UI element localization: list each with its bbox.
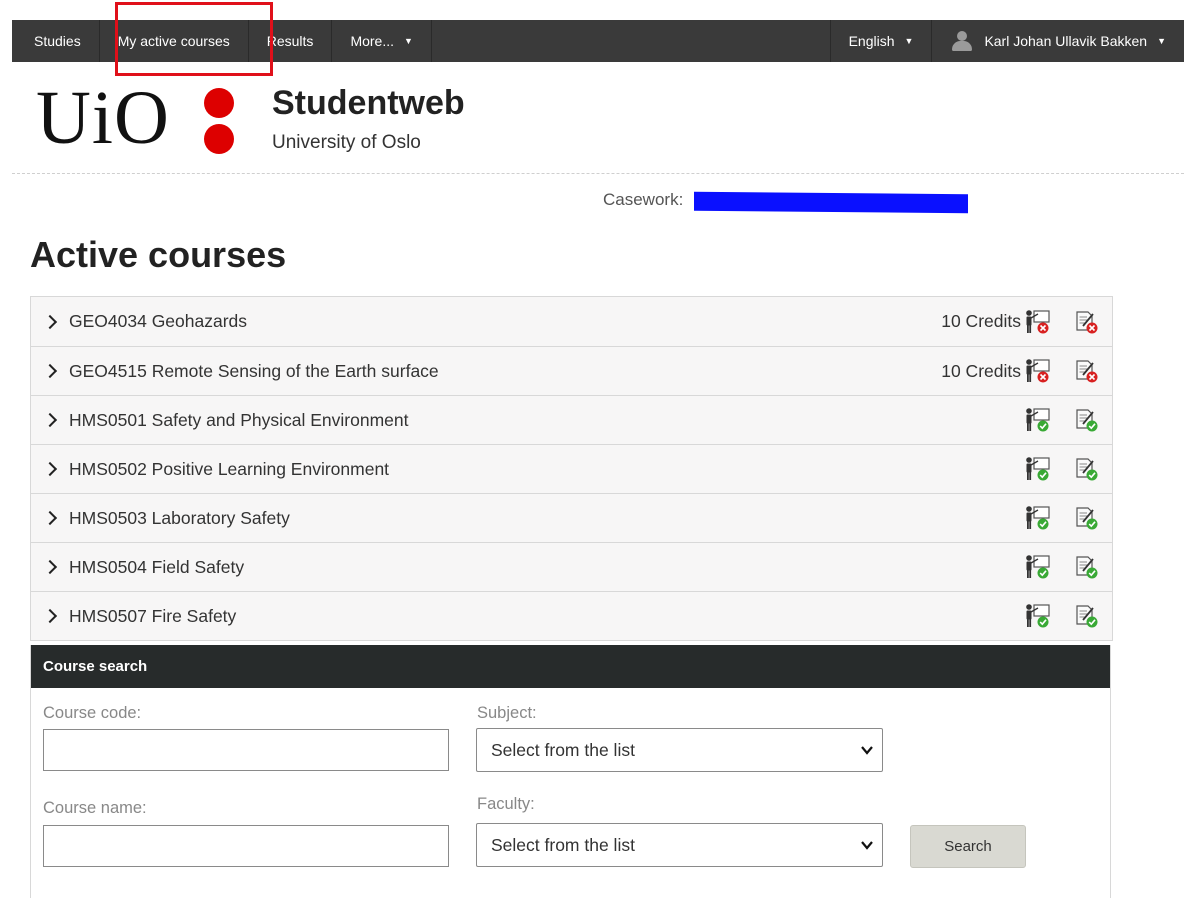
course-row[interactable]: HMS0504 Field Safety	[31, 543, 1112, 592]
exam-registration-icon[interactable]	[1073, 407, 1099, 433]
nav-studies-label: Studies	[34, 33, 81, 49]
course-row[interactable]: HMS0507 Fire Safety	[31, 592, 1112, 641]
exam-registration-icon[interactable]	[1073, 456, 1099, 482]
nav-studies[interactable]: Studies	[12, 20, 100, 62]
site-subtitle: University of Oslo	[272, 132, 421, 153]
exam-registration-icon[interactable]	[1073, 603, 1099, 629]
chevron-down-icon	[861, 841, 873, 850]
caret-down-icon: ▼	[1157, 36, 1166, 46]
teaching-registration-icon[interactable]	[1024, 309, 1052, 335]
search-button[interactable]: Search	[910, 825, 1026, 868]
teaching-registration-icon[interactable]	[1024, 505, 1052, 531]
course-name: GEO4515 Remote Sensing of the Earth surf…	[69, 360, 439, 381]
nav-more-dropdown[interactable]: More... ▼	[332, 20, 432, 62]
chevron-right-icon	[42, 314, 58, 329]
exam-registration-icon[interactable]	[1073, 358, 1099, 384]
uio-logo[interactable]: UiO	[36, 80, 170, 156]
caret-down-icon: ▼	[404, 36, 413, 46]
language-dropdown[interactable]: English ▼	[829, 20, 932, 62]
course-name: HMS0507 Fire Safety	[69, 605, 237, 626]
chevron-right-icon	[42, 608, 58, 624]
site-title: Studentweb	[272, 84, 465, 122]
course-row[interactable]: HMS0503 Laboratory Safety	[31, 494, 1112, 543]
header-divider	[12, 173, 1184, 174]
teaching-registration-icon[interactable]	[1024, 554, 1052, 580]
user-icon	[950, 30, 974, 52]
course-search-panel: Course search Course code: Subject: Sele…	[30, 645, 1111, 898]
faculty-select[interactable]: Select from the list	[476, 823, 883, 867]
course-credits: 10 Credits	[941, 360, 1021, 381]
page-title: Active courses	[30, 234, 287, 275]
nav-results[interactable]: Results	[249, 20, 333, 62]
chevron-right-icon	[42, 510, 58, 526]
top-nav-bar: Studies My active courses Results More..…	[12, 20, 1184, 62]
course-name: GEO4034 Geohazards	[69, 311, 248, 331]
exam-registration-icon[interactable]	[1073, 554, 1099, 580]
teaching-registration-icon[interactable]	[1024, 603, 1052, 629]
subject-select[interactable]: Select from the list	[476, 728, 883, 772]
subject-selected-value: Select from the list	[491, 739, 635, 760]
course-name-label: Course name:	[43, 799, 147, 817]
nav-my-active-courses[interactable]: My active courses	[100, 20, 249, 62]
course-code-label: Course code:	[43, 704, 142, 722]
exam-registration-icon[interactable]	[1073, 309, 1099, 335]
course-name: HMS0503 Laboratory Safety	[69, 507, 290, 528]
teaching-registration-icon[interactable]	[1024, 358, 1052, 384]
exam-registration-icon[interactable]	[1073, 505, 1099, 531]
user-menu-dropdown[interactable]: Karl Johan Ullavik Bakken ▼	[931, 20, 1184, 62]
uio-logo-dots-icon	[204, 88, 234, 154]
chevron-right-icon	[42, 559, 58, 575]
teaching-registration-icon[interactable]	[1024, 407, 1052, 433]
course-list: GEO4034 Geohazards 10 Credits GEO4515 Remo…	[30, 296, 1113, 641]
course-row[interactable]: GEO4515 Remote Sensing of the Earth surf…	[31, 347, 1112, 396]
chevron-right-icon	[42, 412, 58, 428]
teaching-registration-icon[interactable]	[1024, 456, 1052, 482]
course-code-input[interactable]	[43, 729, 449, 771]
course-credits: 10 Credits	[941, 311, 1021, 331]
caret-down-icon: ▼	[904, 36, 914, 46]
language-label: English	[848, 33, 895, 49]
faculty-selected-value: Select from the list	[491, 834, 635, 855]
course-name-input[interactable]	[43, 825, 449, 867]
chevron-right-icon	[42, 363, 58, 379]
course-row[interactable]: HMS0502 Positive Learning Environment	[31, 445, 1112, 494]
chevron-down-icon	[861, 746, 873, 755]
casework-label: Casework:	[603, 190, 684, 209]
nav-more-label: More...	[350, 33, 395, 49]
faculty-label: Faculty:	[477, 795, 535, 813]
redaction-mark	[694, 191, 968, 214]
subject-label: Subject:	[477, 704, 537, 722]
nav-my-active-courses-label: My active courses	[117, 33, 230, 49]
course-search-heading: Course search	[31, 645, 1110, 688]
chevron-right-icon	[42, 461, 58, 477]
course-name: HMS0502 Positive Learning Environment	[69, 458, 390, 479]
course-row[interactable]: HMS0501 Safety and Physical Environment	[31, 396, 1112, 445]
course-name: HMS0504 Field Safety	[69, 556, 245, 577]
user-name: Karl Johan Ullavik Bakken	[984, 33, 1148, 49]
course-name: HMS0501 Safety and Physical Environment	[69, 409, 409, 430]
course-row[interactable]: GEO4034 Geohazards 10 Credits	[31, 297, 1112, 347]
nav-results-label: Results	[266, 33, 314, 49]
